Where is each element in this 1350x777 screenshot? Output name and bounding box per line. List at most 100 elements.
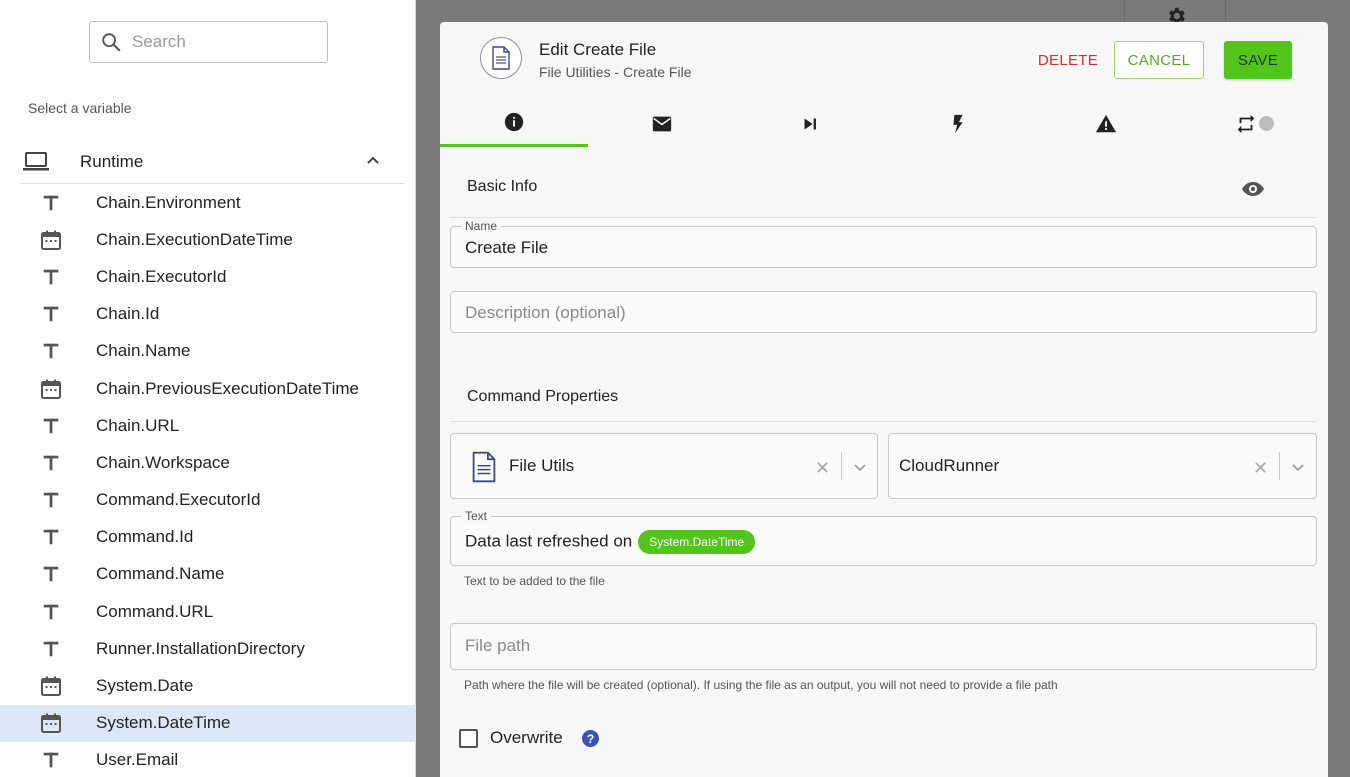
variable-item[interactable]: Chain.Workspace xyxy=(0,444,416,481)
laptop-icon xyxy=(23,151,49,170)
select-divider xyxy=(841,452,842,480)
document-icon xyxy=(492,46,510,70)
loop-toggle-dot[interactable] xyxy=(1258,116,1274,131)
save-button[interactable]: SAVE xyxy=(1224,41,1292,79)
name-value[interactable]: Create File xyxy=(465,238,548,258)
text-type-icon xyxy=(40,340,62,362)
variable-name: Chain.Name xyxy=(96,341,191,361)
chevron-down-icon[interactable] xyxy=(853,460,867,474)
file-path-placeholder[interactable]: File path xyxy=(465,636,530,656)
eye-icon[interactable] xyxy=(1241,177,1265,201)
info-icon xyxy=(504,112,524,132)
variable-item[interactable]: Chain.ExecutorId xyxy=(0,258,416,295)
variable-item[interactable]: Runner.InstallationDirectory xyxy=(0,630,416,667)
variable-item[interactable]: Chain.PreviousExecutionDateTime xyxy=(0,370,416,407)
variable-chip[interactable]: System.DateTime xyxy=(638,530,756,554)
background-toolbar xyxy=(1124,0,1226,25)
variable-name: Chain.Id xyxy=(96,304,160,324)
name-field[interactable]: Name Create File xyxy=(450,219,1317,268)
overwrite-checkbox[interactable] xyxy=(459,729,478,748)
variable-item[interactable]: Chain.URL xyxy=(0,407,416,444)
tab-bar xyxy=(440,100,1328,147)
description-placeholder[interactable]: Description (optional) xyxy=(465,303,626,323)
search-input[interactable] xyxy=(132,32,312,52)
variable-name: Command.URL xyxy=(96,601,214,621)
calendar-icon xyxy=(40,712,62,734)
variable-item[interactable]: User.Email xyxy=(0,742,416,777)
variable-item[interactable]: System.DateTime xyxy=(0,704,416,742)
tab-notifications[interactable] xyxy=(588,100,736,147)
variable-name: Command.Name xyxy=(96,564,225,584)
runner-select-value: CloudRunner xyxy=(899,456,1000,475)
variable-item[interactable]: System.Date xyxy=(0,667,416,704)
tab-next[interactable] xyxy=(736,100,884,147)
tab-info[interactable] xyxy=(440,100,588,147)
overwrite-label: Overwrite xyxy=(490,728,563,747)
calendar-icon xyxy=(40,675,62,697)
command-select[interactable]: File Utils ✕ xyxy=(450,433,878,499)
text-type-icon xyxy=(40,415,62,437)
variable-name: Runner.InstallationDirectory xyxy=(96,638,305,658)
group-label: Runtime xyxy=(80,151,144,171)
text-field[interactable]: Text Data last refreshed on System.DateTi… xyxy=(450,509,1317,566)
variable-name: Command.Id xyxy=(96,527,194,547)
clear-icon[interactable]: ✕ xyxy=(1253,458,1268,479)
description-field[interactable]: Description (optional) xyxy=(450,291,1317,333)
command-select-value: File Utils xyxy=(509,456,575,475)
file-path-helper: Path where the file will be created (opt… xyxy=(464,678,1058,692)
divider xyxy=(450,421,1317,422)
variable-item[interactable]: Chain.Environment xyxy=(0,184,416,221)
calendar-icon xyxy=(40,378,62,400)
text-type-icon xyxy=(40,303,62,325)
file-path-field[interactable]: File path xyxy=(450,623,1317,670)
variable-item[interactable]: Chain.Id xyxy=(0,296,416,333)
variable-name: System.DateTime xyxy=(96,713,231,733)
variable-item[interactable]: Chain.ExecutionDateTime xyxy=(0,221,416,258)
variable-item[interactable]: Command.ExecutorId xyxy=(0,482,416,519)
calendar-icon xyxy=(40,229,62,251)
variable-name: Chain.Environment xyxy=(96,192,241,212)
tab-triggers[interactable] xyxy=(884,100,1032,147)
chevron-up-icon[interactable] xyxy=(365,152,381,168)
variable-item[interactable]: Chain.Name xyxy=(0,333,416,370)
select-variable-label: Select a variable xyxy=(28,100,132,116)
text-content[interactable]: Data last refreshed on System.DateTime xyxy=(465,530,756,554)
text-type-icon xyxy=(40,563,62,585)
select-divider xyxy=(1279,452,1280,480)
group-runtime[interactable]: Runtime xyxy=(20,140,405,184)
modal-subtitle: File Utilities - Create File xyxy=(539,64,692,80)
delete-button[interactable]: DELETE xyxy=(1022,41,1114,79)
text-type-icon xyxy=(40,192,62,214)
tab-errors[interactable] xyxy=(1032,100,1180,147)
chevron-down-icon[interactable] xyxy=(1291,460,1305,474)
clear-icon[interactable]: ✕ xyxy=(815,458,830,479)
mail-icon xyxy=(652,116,672,131)
skip-next-icon xyxy=(804,118,816,129)
text-type-icon xyxy=(40,266,62,288)
variable-picker-panel: Select a variable Runtime Chain.Environm… xyxy=(0,0,416,777)
text-value: Data last refreshed on xyxy=(465,531,633,551)
variable-name: Chain.ExecutorId xyxy=(96,266,227,286)
search-box[interactable] xyxy=(89,21,328,63)
text-type-icon xyxy=(40,489,62,511)
tab-loop[interactable] xyxy=(1180,100,1328,147)
modal-title: Edit Create File xyxy=(539,40,657,59)
command-avatar xyxy=(480,37,522,79)
variable-item[interactable]: Command.URL xyxy=(0,593,416,630)
variable-item[interactable]: Command.Id xyxy=(0,519,416,556)
variable-name: User.Email xyxy=(96,750,179,770)
edit-command-modal: Edit Create File File Utilities - Create… xyxy=(440,22,1328,777)
command-properties-title: Command Properties xyxy=(467,388,619,405)
text-type-icon xyxy=(40,638,62,660)
text-type-icon xyxy=(40,749,62,771)
lightning-icon xyxy=(953,114,963,133)
text-type-icon xyxy=(40,452,62,474)
variable-list: Chain.Environment Chain.ExecutionDateTime… xyxy=(0,184,416,777)
help-icon[interactable]: ? xyxy=(582,730,599,747)
variable-item[interactable]: Command.Name xyxy=(0,556,416,593)
warning-icon xyxy=(1095,114,1117,132)
variable-name: Command.ExecutorId xyxy=(96,490,261,510)
basic-info-title: Basic Info xyxy=(467,178,538,195)
cancel-button[interactable]: CANCEL xyxy=(1114,41,1204,79)
runner-select[interactable]: CloudRunner ✕ xyxy=(888,433,1317,499)
